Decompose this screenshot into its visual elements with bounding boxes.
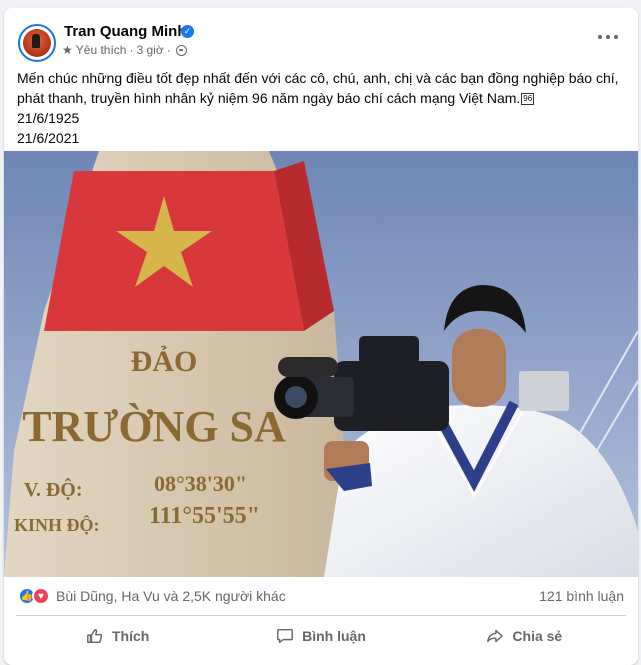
- person-face: [452, 329, 506, 407]
- photo-illustration: ĐẢO TRƯỜNG SA V. ĐỘ: 08°38'30" KINH ĐỘ: …: [4, 151, 638, 577]
- globe-icon[interactable]: [175, 44, 187, 56]
- post-text-line-with-emoji: phát thanh, truyền hình nhân kỷ niệm 96 …: [17, 88, 629, 108]
- reactions-summary[interactable]: 👍 ♥ Bùi Dũng, Ha Vu và 2,5K người khác: [18, 585, 286, 607]
- like-button[interactable]: Thích: [16, 618, 219, 654]
- reactions-text[interactable]: Bùi Dũng, Ha Vu và 2,5K người khác: [56, 588, 286, 604]
- comment-label: Bình luận: [302, 628, 366, 644]
- comment-bubble-icon: [277, 628, 294, 644]
- sign-label-a: V. ĐỘ:: [24, 478, 83, 501]
- post-header: Tran Quang Minh ✓ ★ Yêu thích · 3 giờ ·: [4, 8, 638, 66]
- comment-button[interactable]: Bình luận: [219, 618, 422, 654]
- post-timestamp[interactable]: 3 giờ: [136, 43, 163, 57]
- share-button[interactable]: Chia sẻ: [423, 618, 626, 654]
- post-meta: ★ Yêu thích · 3 giờ ·: [62, 43, 187, 57]
- avatar-figure: [32, 34, 40, 48]
- sign-value-a: 08°38'30": [154, 471, 247, 496]
- action-bar: Thích Bình luận Chia sẻ: [16, 618, 626, 654]
- author-avatar[interactable]: [18, 24, 56, 62]
- more-dot: [598, 35, 602, 39]
- post-text-line: phát thanh, truyền hình nhân kỷ niệm 96 …: [17, 90, 521, 106]
- post-text: Mến chúc những điều tốt đẹp nhất đến với…: [17, 68, 629, 148]
- meta-separator-2: ·: [166, 43, 171, 57]
- post-text-line: 21/6/1925: [17, 110, 80, 126]
- post-card: Tran Quang Minh ✓ ★ Yêu thích · 3 giờ · …: [4, 8, 638, 665]
- share-arrow-icon: [487, 629, 504, 643]
- share-label: Chia sẻ: [512, 628, 563, 644]
- star-icon: ★: [62, 43, 73, 57]
- thumbs-up-icon: [87, 628, 103, 644]
- camera-handle: [359, 336, 419, 364]
- more-dot: [614, 35, 618, 39]
- emoji-96-icon: 96: [521, 93, 535, 106]
- camera-light: [519, 371, 569, 411]
- divider: [16, 615, 626, 616]
- camera-mic: [278, 357, 338, 377]
- post-text-line: Mến chúc những điều tốt đẹp nhất đến với…: [17, 70, 619, 86]
- sign-value-b: 111°55'55": [149, 503, 260, 529]
- heart-icon: ♥: [32, 587, 50, 605]
- post-photo[interactable]: ĐẢO TRƯỜNG SA V. ĐỘ: 08°38'30" KINH ĐỘ: …: [4, 151, 638, 577]
- verified-badge-icon: ✓: [181, 25, 194, 38]
- author-name[interactable]: Tran Quang Minh: [64, 23, 187, 40]
- sign-line1: ĐẢO: [131, 345, 198, 378]
- sign-line2: TRƯỜNG SA: [22, 402, 286, 451]
- comments-count[interactable]: 121 bình luận: [539, 588, 624, 604]
- sign-label-b: KINH ĐỘ:: [14, 514, 100, 535]
- lens-reflection: [285, 386, 307, 408]
- more-options-icon[interactable]: [598, 30, 618, 44]
- like-label: Thích: [111, 628, 150, 644]
- meta-separator: ·: [129, 43, 134, 57]
- meta-label[interactable]: Yêu thích: [76, 43, 127, 57]
- post-text-line: 21/6/2021: [17, 130, 80, 146]
- more-dot: [606, 35, 610, 39]
